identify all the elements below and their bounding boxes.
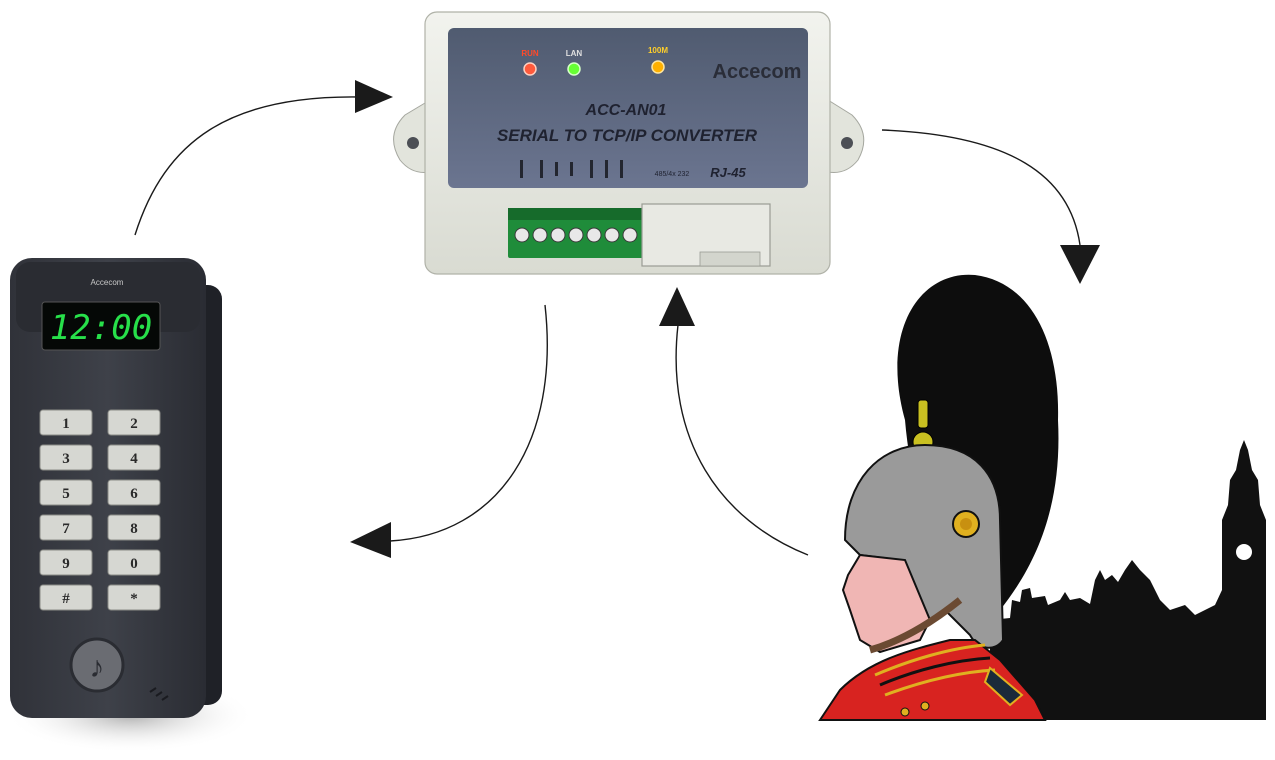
keypad-key-label: 8 <box>130 521 138 537</box>
converter-subtitle: SERIAL TO TCP/IP CONVERTER <box>497 126 758 145</box>
led-label-100m: 100M <box>648 46 668 55</box>
tunic-button-icon <box>900 707 910 717</box>
serial-tcpip-converter: RUN LAN 100M Accecom ACC-AN01 SERIAL TO … <box>393 11 865 275</box>
tunic-button-icon <box>920 701 930 711</box>
run-led-icon <box>523 62 537 76</box>
led-label-run: RUN <box>521 49 539 58</box>
led-label-lan: LAN <box>566 49 583 58</box>
mount-hole-left <box>407 137 419 149</box>
keypad-display: 12:00 <box>50 308 152 348</box>
screw-icon <box>514 227 530 243</box>
screw-icon <box>586 227 602 243</box>
port-label-rj45: RJ-45 <box>710 165 746 180</box>
keypad-key-label: 7 <box>62 521 70 537</box>
keypad-key-label: * <box>130 591 138 607</box>
arrowhead-right <box>355 80 393 113</box>
keypad-brand: Accecom <box>91 278 124 287</box>
keypad-key-label: 6 <box>130 486 138 502</box>
keypad-key-label: 4 <box>130 451 138 467</box>
keypad-key-label: 5 <box>62 486 70 502</box>
arrow-converter-down-left <box>389 304 548 542</box>
keypad-key-label: 0 <box>130 556 138 572</box>
screw-icon <box>604 227 620 243</box>
keypad-key-label: # <box>62 591 70 607</box>
screw-icon <box>550 227 566 243</box>
mounting-ear-right <box>827 99 865 173</box>
london-guard-illustration <box>818 274 1266 721</box>
big-ben-clock-icon <box>1236 544 1252 560</box>
screw-icon <box>568 227 584 243</box>
screw-icon <box>532 227 548 243</box>
arrowhead-left <box>350 522 391 558</box>
converter-brand: Accecom <box>713 61 802 83</box>
keypad-key-label: 3 <box>62 451 70 467</box>
arrow-guard-to-converter <box>675 324 809 556</box>
100m-led-icon <box>651 60 665 74</box>
arrow-converter-to-guard <box>881 129 1081 246</box>
mount-hole-right <box>841 137 853 149</box>
keypad-key-label: 1 <box>62 416 70 432</box>
lan-led-icon <box>567 62 581 76</box>
screw-icon <box>622 227 638 243</box>
flow-diagram: RUN LAN 100M Accecom ACC-AN01 SERIAL TO … <box>5 11 1266 753</box>
keypad-key-label: 2 <box>130 416 138 432</box>
keypad-key-label: 9 <box>62 556 70 572</box>
converter-model: ACC-AN01 <box>585 102 667 119</box>
port-label-small: 485/4x 232 <box>655 171 690 178</box>
arrowhead-up <box>659 287 695 326</box>
arrow-keypad-to-converter <box>134 96 361 236</box>
music-note-icon: ♪ <box>90 651 105 684</box>
access-keypad: Accecom 12:00 1 2 3 4 5 6 7 8 9 0 # * ♪ <box>5 258 255 753</box>
arrowhead-down <box>1060 245 1100 284</box>
